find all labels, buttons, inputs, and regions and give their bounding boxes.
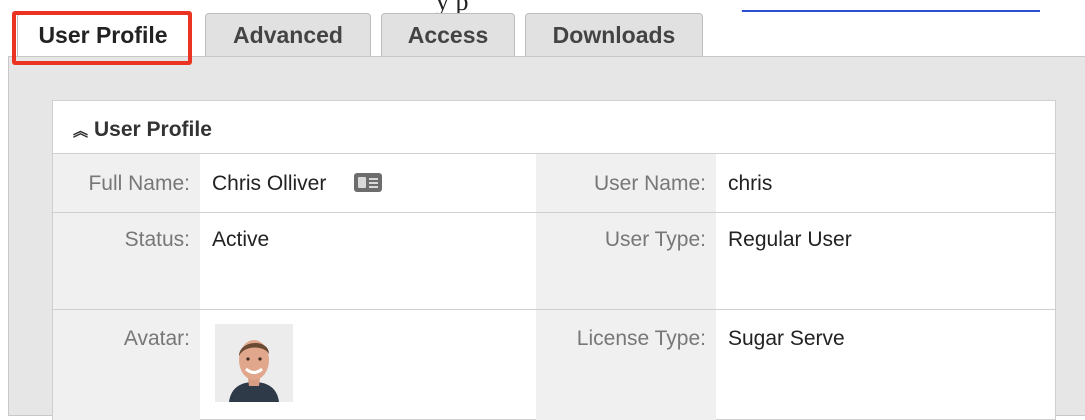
tab-downloads[interactable]: Downloads bbox=[525, 13, 703, 56]
tab-user-profile[interactable]: User Profile bbox=[17, 13, 189, 56]
status-label: Status: bbox=[53, 213, 200, 310]
vcard-icon[interactable] bbox=[354, 172, 383, 192]
cropped-link-text[interactable]: ___ __ _ _ ______ _ _ _ _ bbox=[742, 0, 1040, 15]
avatar-label: Avatar: bbox=[53, 310, 200, 420]
avatar-cell bbox=[200, 310, 536, 420]
tab-advanced[interactable]: Advanced bbox=[205, 13, 371, 56]
license-type-value: Sugar Serve bbox=[728, 327, 845, 350]
user-profile-panel: ︽ User Profile Full Name: Chris Olliver … bbox=[52, 100, 1056, 420]
full-name-label: Full Name: bbox=[53, 154, 200, 213]
avatar[interactable] bbox=[215, 324, 293, 402]
license-type-label: License Type: bbox=[536, 310, 716, 420]
row-avatar: Avatar: License Type: Sugar Serve bbox=[53, 309, 1055, 420]
panel-title: User Profile bbox=[94, 118, 212, 141]
tab-access[interactable]: Access bbox=[381, 13, 515, 56]
row-full-name: Full Name: Chris Olliver User Name: chri… bbox=[53, 153, 1055, 213]
user-name-value: chris bbox=[728, 172, 773, 195]
panel-header[interactable]: ︽ User Profile bbox=[73, 118, 212, 142]
double-chevron-up-icon[interactable]: ︽ bbox=[73, 120, 88, 141]
user-type-label: User Type: bbox=[536, 213, 716, 310]
avatar-photo bbox=[215, 324, 293, 402]
full-name-value: Chris Olliver bbox=[200, 154, 536, 213]
user-type-value: Regular User bbox=[728, 228, 852, 251]
user-name-label: User Name: bbox=[536, 154, 716, 213]
full-name-text: Chris Olliver bbox=[212, 172, 327, 195]
status-value: Active bbox=[212, 228, 270, 251]
row-status: Status: Active User Type: Regular User bbox=[53, 212, 1055, 310]
